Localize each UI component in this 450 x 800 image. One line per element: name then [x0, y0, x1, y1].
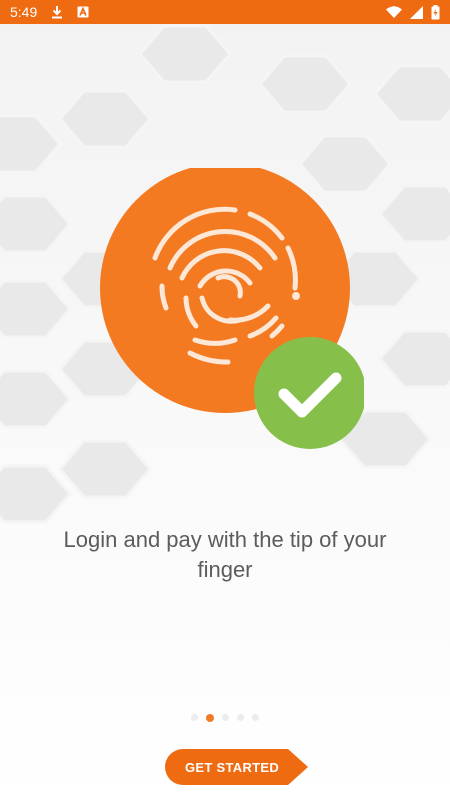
pager-dot[interactable] — [237, 714, 244, 721]
onboarding-tagline: Login and pay with the tip of your finge… — [63, 527, 387, 582]
arrow-tip-icon — [284, 749, 308, 785]
a-badge-icon — [77, 6, 89, 18]
pager-dot[interactable] — [252, 714, 259, 721]
pager-dot[interactable] — [222, 714, 229, 721]
battery-charging-icon — [431, 4, 440, 20]
get-started-button[interactable]: GET STARTED — [165, 749, 285, 785]
onboarding-screen: 5:49 Login and pay with the tip of your … — [0, 0, 450, 800]
wifi-icon — [386, 6, 402, 18]
get-started-cta[interactable]: GET STARTED — [165, 749, 308, 785]
status-bar: 5:49 — [0, 0, 450, 24]
pager-indicator — [0, 713, 450, 722]
status-time: 5:49 — [10, 4, 38, 20]
pager-dot-active[interactable] — [206, 713, 214, 722]
fingerprint-illustration — [100, 168, 364, 449]
download-icon — [51, 5, 63, 19]
signal-icon — [410, 5, 423, 19]
pager-dot[interactable] — [191, 714, 198, 721]
